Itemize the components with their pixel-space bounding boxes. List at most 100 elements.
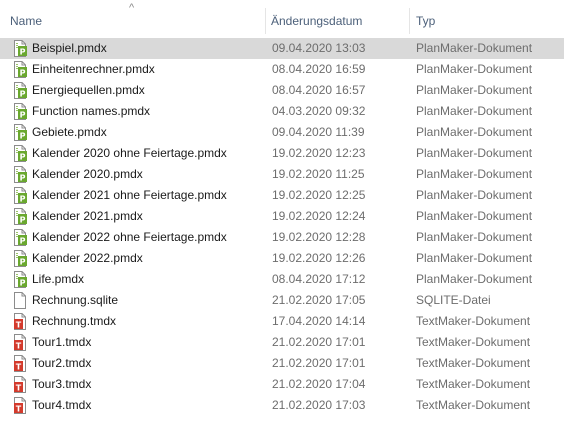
planmaker-file-icon: P: [14, 145, 27, 162]
file-badge-letter: P: [20, 111, 26, 120]
file-name: Kalender 2021 ohne Feiertage.pmdx: [32, 188, 227, 202]
file-name: Kalender 2022.pmdx: [32, 251, 143, 265]
file-row[interactable]: P Einheitenrechner.pmdx 08.04.2020 16:59 Pl…: [0, 59, 564, 80]
file-type: PlanMaker-Dokument: [416, 251, 533, 265]
file-row[interactable]: T Tour4.tmdx 21.02.2020 17:03 TextMaker-Dok…: [0, 395, 564, 416]
file-modified-date: 08.04.2020 17:12: [272, 272, 366, 286]
file-badge-letter: P: [20, 153, 26, 162]
file-type: PlanMaker-Dokument: [416, 104, 533, 118]
file-badge-letter: P: [20, 174, 26, 183]
file-name: Rechnung.tmdx: [32, 314, 117, 328]
file-badge-letter: P: [20, 69, 26, 78]
file-row[interactable]: P Kalender 2020 ohne Feiertage.pmdx 19.02.…: [0, 143, 564, 164]
file-name: Energiequellen.pmdx: [32, 83, 145, 97]
planmaker-file-icon: P: [14, 166, 27, 183]
file-type: PlanMaker-Dokument: [416, 83, 533, 97]
file-row[interactable]: T Rechnung.tmdx 17.04.2020 14:14 TextMaker-…: [0, 311, 564, 332]
file-badge-letter: P: [20, 48, 26, 57]
file-badge-letter: P: [20, 195, 26, 204]
column-header-type[interactable]: Typ: [416, 8, 556, 34]
textmaker-file-icon: T: [14, 334, 26, 351]
planmaker-file-icon: P: [14, 208, 27, 225]
file-row[interactable]: P Kalender 2022.pmdx 19.02.2020 12:26 PlanM…: [0, 248, 564, 269]
file-row[interactable]: P Beispiel.pmdx 09.04.2020 13:03 PlanMaker-…: [0, 38, 564, 59]
column-divider[interactable]: [265, 8, 266, 34]
file-modified-date: 21.02.2020 17:04: [272, 377, 366, 391]
column-header-bar: ^ Name Änderungsdatum Typ: [0, 0, 564, 36]
file-modified-date: 21.02.2020 17:01: [272, 356, 366, 370]
file-type: PlanMaker-Dokument: [416, 167, 533, 181]
file-name: Kalender 2020 ohne Feiertage.pmdx: [32, 146, 227, 160]
file-modified-date: 19.02.2020 11:25: [272, 167, 365, 181]
file-name: Life.pmdx: [32, 272, 85, 286]
file-name: Kalender 2020.pmdx: [32, 167, 143, 181]
file-type: PlanMaker-Dokument: [416, 230, 533, 244]
file-modified-date: 21.02.2020 17:01: [272, 335, 366, 349]
file-type: PlanMaker-Dokument: [416, 272, 533, 286]
file-type: PlanMaker-Dokument: [416, 125, 533, 139]
file-badge-letter: P: [20, 237, 26, 246]
file-type: PlanMaker-Dokument: [416, 41, 533, 55]
file-type: PlanMaker-Dokument: [416, 209, 533, 223]
file-type: SQLITE-Datei: [416, 293, 491, 307]
file-badge-letter: P: [20, 258, 26, 267]
file-modified-date: 08.04.2020 16:59: [272, 62, 366, 76]
planmaker-file-icon: P: [14, 124, 27, 141]
generic-file-icon: [14, 292, 26, 309]
file-row[interactable]: T Tour1.tmdx 21.02.2020 17:01 TextMaker-Dok…: [0, 332, 564, 353]
planmaker-file-icon: P: [14, 82, 27, 99]
file-row[interactable]: P Gebiete.pmdx 09.04.2020 11:39 PlanMaker-D…: [0, 122, 564, 143]
file-badge-letter: P: [20, 279, 26, 288]
column-header-name[interactable]: Name: [10, 8, 255, 34]
file-badge-letter: T: [16, 405, 22, 414]
planmaker-file-icon: P: [14, 187, 27, 204]
file-modified-date: 04.03.2020 09:32: [272, 104, 366, 118]
column-divider[interactable]: [409, 8, 410, 34]
file-list: P Beispiel.pmdx 09.04.2020 13:03 PlanMaker-…: [0, 38, 564, 416]
file-row[interactable]: P Kalender 2021.pmdx 19.02.2020 12:24 PlanM…: [0, 206, 564, 227]
file-row[interactable]: P Energiequellen.pmdx 08.04.2020 16:57 Plan…: [0, 80, 564, 101]
file-name: Rechnung.sqlite: [32, 293, 119, 307]
textmaker-file-icon: T: [14, 376, 26, 393]
file-modified-date: 08.04.2020 16:57: [272, 83, 366, 97]
file-name: Gebiete.pmdx: [32, 125, 107, 139]
file-modified-date: 19.02.2020 12:24: [272, 209, 366, 223]
file-type: TextMaker-Dokument: [416, 356, 531, 370]
file-type: PlanMaker-Dokument: [416, 188, 533, 202]
file-row[interactable]: P Kalender 2020.pmdx 19.02.2020 11:25 PlanM…: [0, 164, 564, 185]
file-modified-date: 19.02.2020 12:25: [272, 188, 366, 202]
file-name: Function names.pmdx: [32, 104, 151, 118]
file-name: Tour4.tmdx: [32, 398, 92, 412]
file-row[interactable]: T Tour2.tmdx 21.02.2020 17:01 TextMaker-Dok…: [0, 353, 564, 374]
file-row[interactable]: P Kalender 2021 ohne Feiertage.pmdx 19.02.…: [0, 185, 564, 206]
file-name: Beispiel.pmdx: [32, 41, 107, 55]
file-row[interactable]: P Kalender 2022 ohne Feiertage.pmdx 19.02.…: [0, 227, 564, 248]
file-type: TextMaker-Dokument: [416, 335, 531, 349]
file-row[interactable]: T Tour3.tmdx 21.02.2020 17:04 TextMaker-Dok…: [0, 374, 564, 395]
file-modified-date: 19.02.2020 12:23: [272, 146, 366, 160]
file-name: Einheitenrechner.pmdx: [32, 62, 155, 76]
file-name: Tour2.tmdx: [32, 356, 92, 370]
file-badge-letter: T: [16, 342, 22, 351]
planmaker-file-icon: P: [14, 250, 27, 267]
file-modified-date: 19.02.2020 12:28: [272, 230, 366, 244]
file-explorer: ^ Name Änderungsdatum Typ P Beispiel.pmdx…: [0, 0, 564, 426]
textmaker-file-icon: T: [14, 397, 26, 414]
planmaker-file-icon: P: [14, 61, 27, 78]
planmaker-file-icon: P: [14, 271, 27, 288]
file-row[interactable]: P Life.pmdx 08.04.2020 17:12 PlanMaker-Doku…: [0, 269, 564, 290]
file-badge-letter: T: [16, 384, 22, 393]
file-name: Kalender 2021.pmdx: [32, 209, 143, 223]
file-type: PlanMaker-Dokument: [416, 146, 533, 160]
file-modified-date: 19.02.2020 12:26: [272, 251, 366, 265]
file-modified-date: 21.02.2020 17:03: [272, 398, 366, 412]
column-header-date[interactable]: Änderungsdatum: [271, 8, 399, 34]
file-badge-letter: P: [20, 90, 26, 99]
planmaker-file-icon: P: [14, 40, 27, 57]
file-type: PlanMaker-Dokument: [416, 62, 533, 76]
file-type: TextMaker-Dokument: [416, 314, 531, 328]
file-badge-letter: P: [20, 132, 26, 141]
file-row[interactable]: Rechnung.sqlite 21.02.2020 17:05 SQLITE-Da…: [0, 290, 564, 311]
file-modified-date: 17.04.2020 14:14: [272, 314, 366, 328]
file-row[interactable]: P Function names.pmdx 04.03.2020 09:32 Plan…: [0, 101, 564, 122]
